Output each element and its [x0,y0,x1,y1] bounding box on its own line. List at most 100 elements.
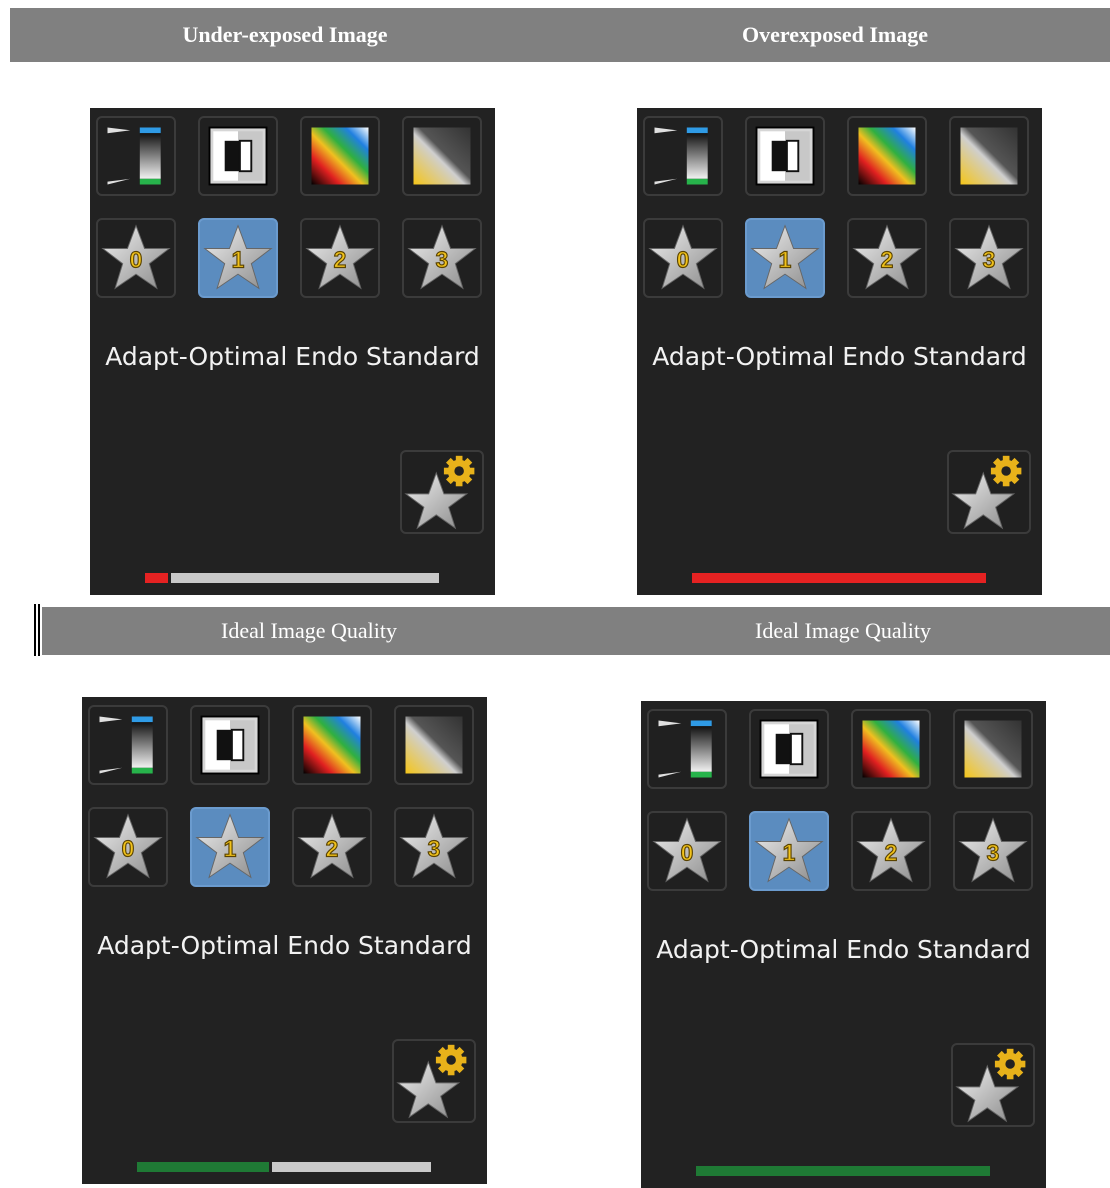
svg-text:2: 2 [326,836,339,862]
invert-tool-button[interactable] [190,705,270,785]
star-1-icon: 1 [195,813,265,879]
star-3-icon: 3 [407,224,477,290]
star-gear-icon [951,455,1022,530]
color-map-tool-button[interactable] [847,116,927,196]
preset-1-button[interactable]: 1 [190,807,270,887]
header-bar-middle: Ideal Image Quality Ideal Image Quality [42,607,1110,655]
preset-0-button[interactable]: 0 [647,811,727,891]
gamma-tool-button[interactable] [953,709,1033,789]
svg-text:2: 2 [881,247,894,273]
gamma-tool-button[interactable] [402,116,482,196]
star-1-icon: 1 [754,817,824,883]
star-3-icon: 3 [399,813,469,879]
preset-2-button[interactable]: 2 [851,811,931,891]
gamma-icon [964,720,1022,778]
svg-text:0: 0 [681,840,694,866]
preset-2-button[interactable]: 2 [300,218,380,298]
window-level-icon [654,127,708,185]
window-level-tool-button[interactable] [88,705,168,785]
svg-text:0: 0 [122,836,135,862]
svg-text:1: 1 [783,840,796,866]
gamma-icon [405,716,463,774]
star-3-icon: 3 [958,817,1028,883]
invert-icon [755,126,815,186]
exposure-bar-fill [692,573,986,583]
svg-text:1: 1 [232,247,245,273]
gamma-tool-button[interactable] [949,116,1029,196]
color-map-tool-button[interactable] [292,705,372,785]
svg-text:2: 2 [334,247,347,273]
header-overexposed: Overexposed Image [742,22,928,47]
preset-3-button[interactable]: 3 [394,807,474,887]
divider-line [34,604,36,656]
gamma-tool-button[interactable] [394,705,474,785]
preset-3-button[interactable]: 3 [949,218,1029,298]
window-level-tool-button[interactable] [96,116,176,196]
color-map-tool-button[interactable] [300,116,380,196]
preset-3-button[interactable]: 3 [402,218,482,298]
panel-ideal-right: 0 1 2 3 Adapt-Optimal Endo Standard [641,701,1046,1188]
preset-settings-button[interactable] [951,1043,1035,1127]
svg-text:3: 3 [987,840,1000,866]
header-under-exposed: Under-exposed Image [182,22,388,47]
color-map-icon [862,720,920,778]
exposure-bar-fill [145,573,168,583]
header-ideal-left: Ideal Image Quality [221,618,397,643]
invert-tool-button[interactable] [749,709,829,789]
color-map-icon [858,127,916,185]
panel-ideal-left: 0 1 2 3 Adapt-Optimal Endo Standard [82,697,487,1184]
invert-icon [759,719,819,779]
panel-under-exposed: 0 1 2 3 Adapt-Optimal Endo Standard [90,108,495,595]
preset-3-button[interactable]: 3 [953,811,1033,891]
window-level-icon [658,720,712,778]
star-0-icon: 0 [93,813,163,879]
preset-2-button[interactable]: 2 [847,218,927,298]
exposure-bar-track [272,1162,431,1172]
preset-0-button[interactable]: 0 [96,218,176,298]
window-level-icon [107,127,161,185]
window-level-tool-button[interactable] [643,116,723,196]
star-gear-icon [955,1048,1026,1123]
preset-1-button[interactable]: 1 [198,218,278,298]
star-0-icon: 0 [101,224,171,290]
star-0-icon: 0 [648,224,718,290]
preset-settings-button[interactable] [400,450,484,534]
svg-text:0: 0 [677,247,690,273]
header-bar-top: Under-exposed Image Overexposed Image [10,8,1110,62]
gamma-icon [413,127,471,185]
svg-text:3: 3 [428,836,441,862]
preset-settings-button[interactable] [947,450,1031,534]
invert-icon [200,715,260,775]
svg-text:1: 1 [224,836,237,862]
star-2-icon: 2 [856,817,926,883]
star-0-icon: 0 [652,817,722,883]
preset-1-button[interactable]: 1 [749,811,829,891]
svg-text:1: 1 [779,247,792,273]
color-map-icon [311,127,369,185]
svg-text:2: 2 [885,840,898,866]
preset-label: Adapt-Optimal Endo Standard [652,342,1027,371]
preset-1-button[interactable]: 1 [745,218,825,298]
exposure-bar-fill [696,1166,990,1176]
star-gear-icon [404,455,475,530]
invert-tool-button[interactable] [745,116,825,196]
preset-2-button[interactable]: 2 [292,807,372,887]
preset-label: Adapt-Optimal Endo Standard [656,935,1031,964]
invert-tool-button[interactable] [198,116,278,196]
panel-overexposed: 0 1 2 3 Adapt-Optimal Endo Standard [637,108,1042,595]
star-1-icon: 1 [750,224,820,290]
exposure-bar-fill [137,1162,269,1172]
star-3-icon: 3 [954,224,1024,290]
preset-label: Adapt-Optimal Endo Standard [105,342,480,371]
color-map-icon [303,716,361,774]
window-level-tool-button[interactable] [647,709,727,789]
preset-0-button[interactable]: 0 [88,807,168,887]
window-level-icon [99,716,153,774]
preset-0-button[interactable]: 0 [643,218,723,298]
svg-text:3: 3 [436,247,449,273]
star-2-icon: 2 [305,224,375,290]
star-1-icon: 1 [203,224,273,290]
color-map-tool-button[interactable] [851,709,931,789]
preset-settings-button[interactable] [392,1039,476,1123]
invert-icon [208,126,268,186]
